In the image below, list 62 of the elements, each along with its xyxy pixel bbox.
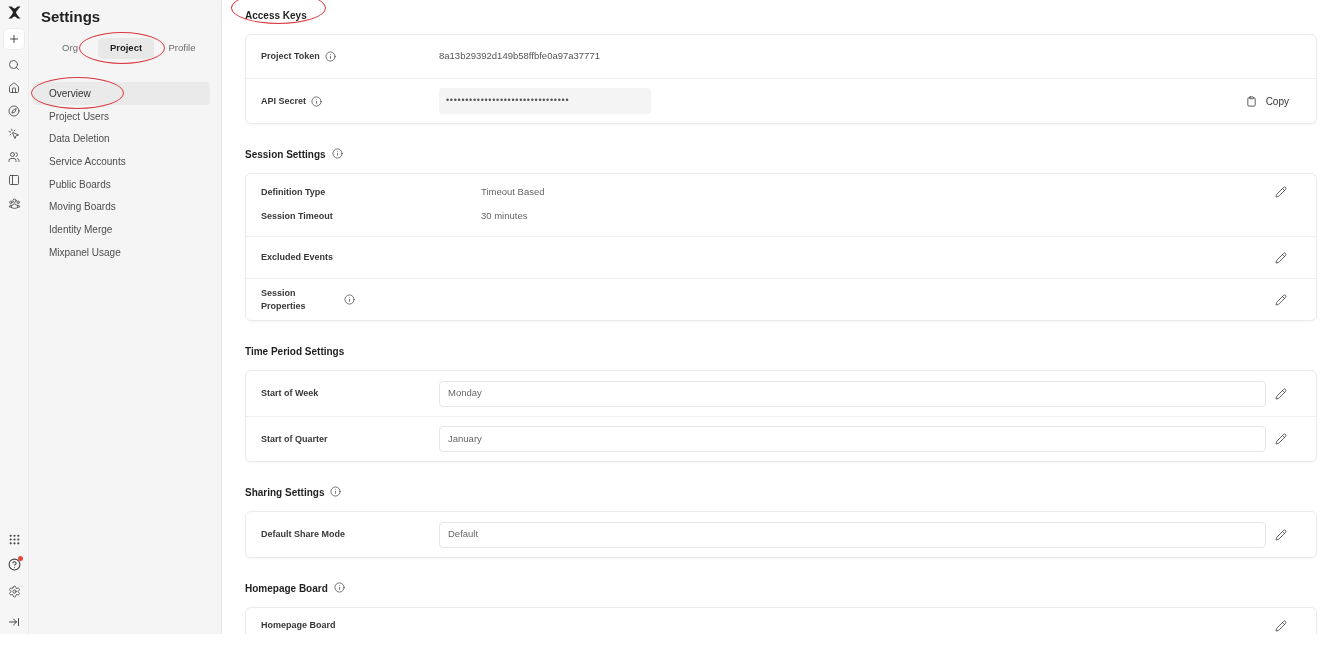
setting-label: Session Timeout [261, 209, 334, 223]
sidebar-title: Settings [40, 7, 102, 27]
section-title: Sharing Settings [245, 487, 325, 498]
settings-tab[interactable]: Project [98, 38, 154, 59]
settings-tab[interactable]: Org [42, 38, 98, 59]
nav-item[interactable]: Overview [33, 82, 210, 105]
section-title: Access Keys [245, 10, 307, 21]
token-value: 8a13b29392d149b58ffbfe0a97a37771 [439, 49, 600, 64]
nav-item[interactable]: Data Deletion [33, 127, 210, 151]
pencil-icon[interactable] [1275, 251, 1287, 264]
info-icon[interactable] [311, 95, 323, 107]
users-icon[interactable] [8, 151, 20, 163]
setting-label: Project Token [261, 50, 320, 63]
setting-value: Timeout Based [481, 184, 545, 199]
pencil-icon[interactable] [1275, 528, 1287, 541]
info-icon[interactable] [344, 294, 355, 305]
input-field[interactable]: January [439, 426, 1266, 452]
info-icon[interactable] [331, 147, 343, 159]
pencil-icon[interactable] [1275, 433, 1287, 445]
setting-label: Excluded Events [261, 251, 335, 264]
cross-logo-icon[interactable] [6, 5, 22, 20]
input-field[interactable]: Monday [439, 380, 1266, 407]
info-icon[interactable] [324, 51, 336, 62]
section-title: Time Period Settings [245, 346, 345, 357]
pencil-icon[interactable] [1275, 619, 1287, 632]
help-icon[interactable] [7, 558, 21, 571]
secret-field: •••••••••••••••••••••••••••••••• [439, 88, 651, 114]
setting-label: Start of Quarter [261, 432, 328, 446]
plus-icon [8, 33, 20, 45]
nav-item[interactable]: Mixpanel Usage [33, 240, 210, 264]
info-icon[interactable] [330, 485, 342, 497]
setting-label: Default Share Mode [261, 528, 345, 541]
info-icon[interactable] [333, 581, 345, 593]
grid-icon[interactable] [7, 533, 21, 546]
nav-item[interactable]: Service Accounts [33, 150, 210, 173]
setting-label: Definition Type [261, 185, 327, 199]
settings-icon[interactable] [7, 585, 21, 598]
section-title: Session Settings [245, 149, 326, 160]
pencil-icon[interactable] [1275, 186, 1287, 198]
input-field[interactable]: Default [439, 521, 1266, 548]
setting-value: 30 minutes [481, 208, 528, 223]
setting-label: API Secret [261, 94, 307, 108]
home-icon[interactable] [8, 82, 20, 94]
nav-item[interactable]: Public Boards [33, 172, 210, 196]
nav-item[interactable]: Identity Merge [33, 218, 210, 241]
nav-item[interactable]: Project Users [33, 104, 210, 128]
nav-item[interactable]: Moving Boards [33, 195, 210, 219]
user-group-icon[interactable] [7, 197, 21, 210]
section-title: Homepage Board [245, 583, 328, 594]
arrow-to-line-icon[interactable] [8, 616, 20, 628]
copy-button[interactable]: Copy [1245, 93, 1289, 109]
pencil-icon[interactable] [1275, 293, 1287, 306]
search-icon[interactable] [8, 59, 20, 71]
compass-icon[interactable] [8, 105, 20, 117]
setting-label: Homepage Board [261, 619, 337, 632]
settings-tab[interactable]: Profile [154, 38, 210, 59]
clipboard-icon [1245, 95, 1257, 107]
side-panel-icon[interactable] [8, 174, 20, 186]
pencil-icon[interactable] [1275, 387, 1287, 400]
pointer-click-icon[interactable] [8, 128, 20, 140]
setting-label: Session Properties [261, 286, 307, 313]
setting-label: Start of Week [261, 387, 319, 400]
